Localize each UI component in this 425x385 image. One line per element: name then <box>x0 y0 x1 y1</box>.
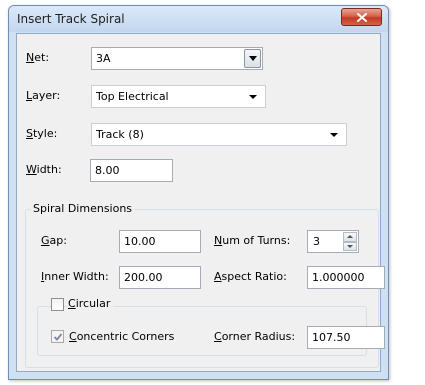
inner-width-input[interactable]: 200.00 <box>119 266 201 289</box>
style-label: Style: <box>26 127 58 140</box>
chevron-down-icon <box>248 56 257 61</box>
width-input[interactable]: 8.00 <box>90 159 173 182</box>
corner-radius-label: Corner Radius: <box>214 330 296 343</box>
corner-radius-input[interactable]: 107.50 <box>307 326 385 349</box>
spiral-dimensions-caption: Spiral Dimensions <box>31 202 135 215</box>
width-value: 8.00 <box>95 164 120 177</box>
close-button[interactable] <box>341 8 382 26</box>
circular-label[interactable]: Circular <box>67 297 114 310</box>
gap-value: 10.00 <box>124 235 156 248</box>
style-value: Track (8) <box>96 128 144 141</box>
net-label: Net: <box>26 51 50 64</box>
net-dropdown-button[interactable] <box>244 49 261 68</box>
chevron-down-icon <box>330 133 338 137</box>
arrow-down-icon <box>347 244 353 248</box>
corner-radius-value: 107.50 <box>312 331 351 344</box>
title-bar[interactable]: Insert Track Spiral <box>9 6 388 32</box>
num-turns-value: 3 <box>313 235 320 248</box>
aspect-ratio-input[interactable]: 1.000000 <box>307 266 385 289</box>
gap-input[interactable]: 10.00 <box>119 230 201 253</box>
aspect-ratio-label: Aspect Ratio: <box>214 270 287 283</box>
style-combo[interactable]: Track (8) <box>91 123 347 146</box>
close-icon <box>356 12 367 22</box>
inner-width-value: 200.00 <box>124 271 163 284</box>
circular-checkbox[interactable] <box>51 298 64 311</box>
arrow-up-icon <box>347 235 353 239</box>
concentric-corners-label[interactable]: Concentric Corners <box>69 330 174 343</box>
insert-track-spiral-dialog: Insert Track Spiral Net: 3A Layer: Top E… <box>8 5 389 380</box>
spinner-buttons <box>343 232 357 251</box>
spin-down-button[interactable] <box>343 241 357 251</box>
check-icon <box>53 333 63 341</box>
window-title: Insert Track Spiral <box>17 12 125 26</box>
num-turns-label: Num of Turns: <box>214 234 291 247</box>
net-value: 3A <box>96 52 111 65</box>
spin-up-button[interactable] <box>343 232 357 242</box>
num-turns-spinner[interactable]: 3 <box>307 230 359 253</box>
dialog-body: Net: 3A Layer: Top Electrical Style: Tra… <box>16 33 385 372</box>
aspect-ratio-value: 1.000000 <box>312 271 365 284</box>
width-label: Width: <box>26 163 62 176</box>
gap-label: Gap: <box>41 234 67 247</box>
layer-value: Top Electrical <box>96 90 169 103</box>
net-combo[interactable]: 3A <box>91 47 263 70</box>
chevron-down-icon <box>249 95 257 99</box>
concentric-corners-checkbox[interactable] <box>51 330 64 343</box>
inner-width-label: Inner Width: <box>41 270 109 283</box>
layer-combo[interactable]: Top Electrical <box>91 85 266 108</box>
layer-label: Layer: <box>26 89 61 102</box>
